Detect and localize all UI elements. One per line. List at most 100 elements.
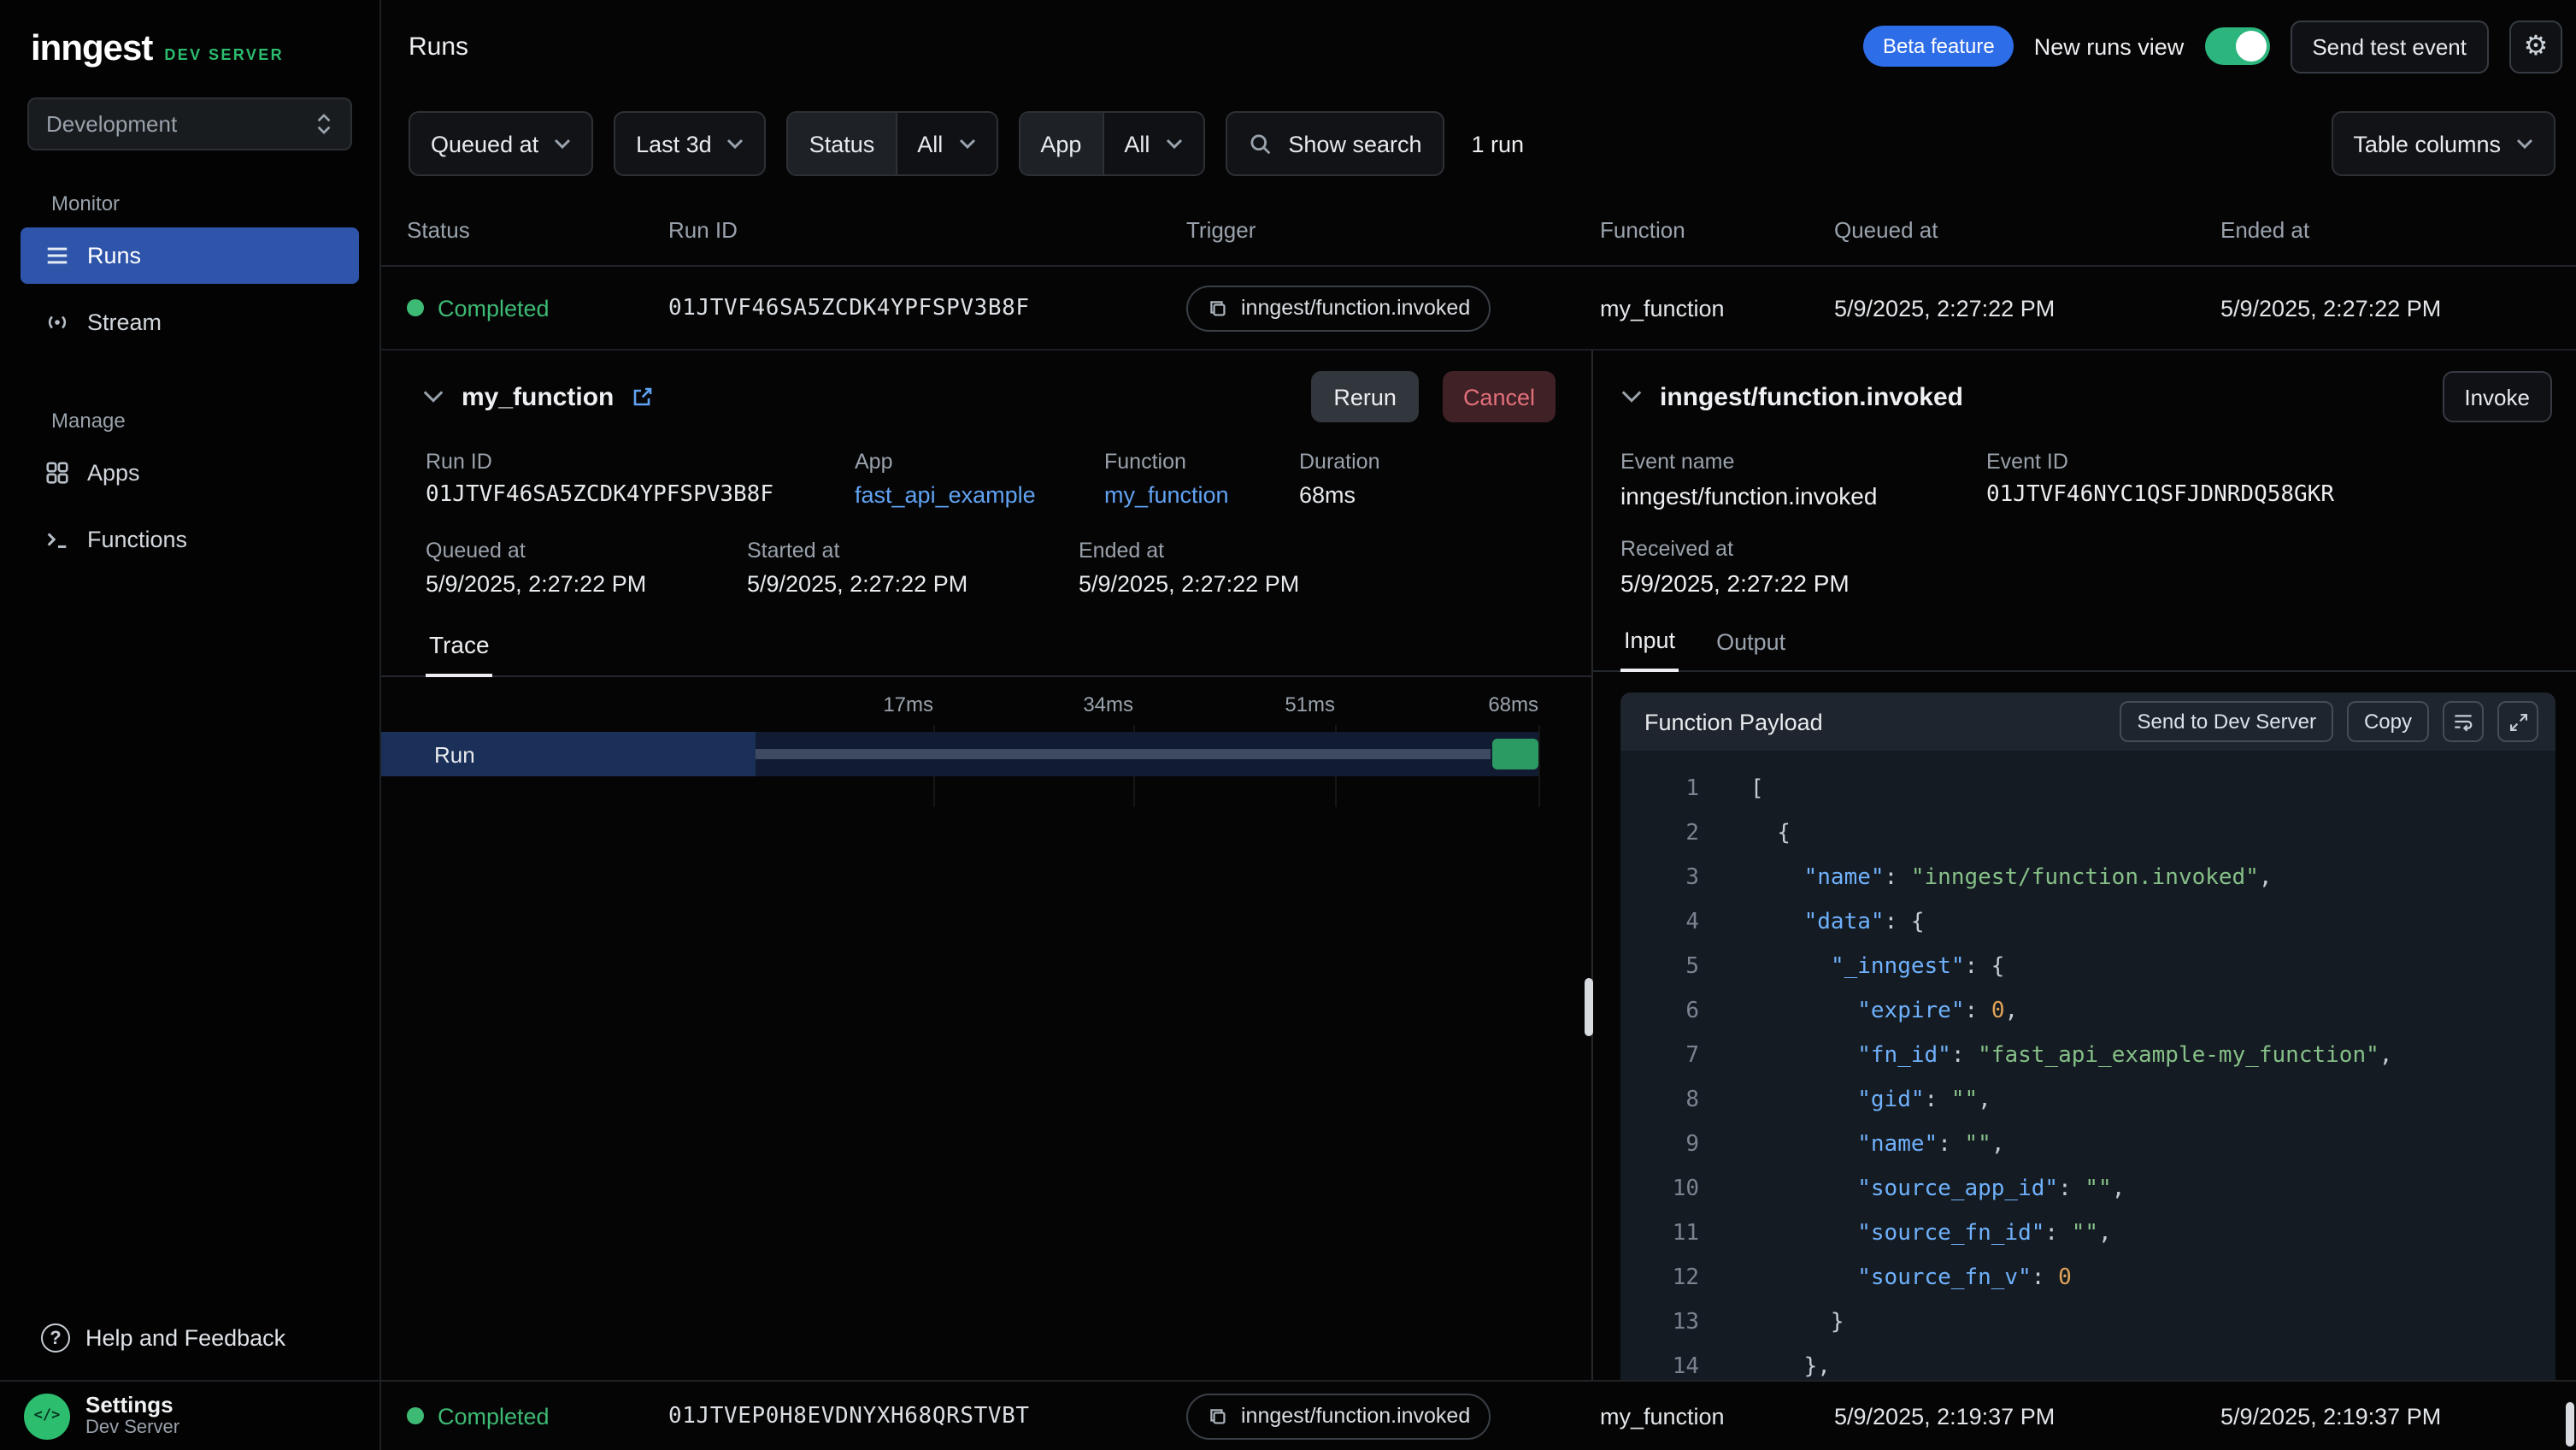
help-label: Help and Feedback [85,1325,285,1351]
code-text: "source_fn_id": "", [1699,1212,2112,1257]
help-and-feedback[interactable]: ? Help and Feedback [27,1323,352,1353]
filter-bar: Queued at Last 3d Status All App All [381,92,2576,195]
environment-select[interactable]: Development [27,97,352,150]
collapse-chevron-icon[interactable] [422,390,444,404]
line-number: 10 [1620,1168,1699,1212]
code-text: [ [1699,768,1764,812]
payload-title: Function Payload [1644,709,1823,734]
app-filter-label: App [1020,113,1103,174]
field-label: Event name [1620,450,1986,474]
logo-row: inngest DEV SERVER [14,31,366,67]
sidebar-item-stream[interactable]: Stream [21,294,359,351]
code-text: } [1699,1301,1844,1346]
column-header-queued-at: Queued at [1834,217,2220,243]
table-row[interactable]: Completed 01JTVEP0H8EVDNYXH68QRSTVBT inn… [381,1380,2576,1450]
field-label: Event ID [1986,450,2576,474]
beta-feature-badge: Beta feature [1864,26,2014,67]
status-filter-selected: All [917,131,943,156]
settings-gear-button[interactable]: ⚙ [2509,20,2562,73]
run-id: 01JTVF46SA5ZCDK4YPFSPV3B8F [668,295,1186,321]
line-number: 5 [1620,946,1699,990]
sidebar-item-functions[interactable]: Functions [21,511,359,568]
expand-button[interactable] [2497,701,2538,742]
line-number: 11 [1620,1212,1699,1257]
code-text: { [1699,812,1791,857]
status-dot-icon [407,1407,424,1424]
code-text: "source_app_id": "", [1699,1168,2125,1212]
sidebar-item-runs[interactable]: Runs [21,227,359,284]
word-wrap-button[interactable] [2443,701,2484,742]
status-badge: Completed [407,1403,668,1429]
sidebar-item-apps[interactable]: Apps [21,445,359,501]
tab-input[interactable]: Input [1620,628,1679,672]
event-id-value: 01JTVF46NYC1QSFJDNRDQ58GKR [1986,482,2576,508]
line-number: 7 [1620,1034,1699,1079]
function-payload-card: Function Payload Send to Dev Server Copy… [1620,693,2555,1380]
table-columns-button[interactable]: Table columns [2331,111,2555,176]
status-text: Completed [438,295,550,321]
line-number: 2 [1620,812,1699,857]
question-mark-icon: ? [41,1323,70,1353]
runs-icon [44,243,70,268]
main-area: Runs Beta feature New runs view Send tes… [381,0,2576,1450]
status-dot-icon [407,299,424,316]
app-filter-selected: All [1124,131,1150,156]
ended-at-value: 5/9/2025, 2:27:22 PM [2220,295,2576,321]
show-search-button[interactable]: Show search [1225,111,1444,176]
field-label: Duration [1299,450,1380,474]
trigger-name: inngest/function.invoked [1241,296,1470,320]
field-label: Function [1104,450,1299,474]
field-run-id: Run ID 01JTVF46SA5ZCDK4YPFSPV3B8F [426,450,855,508]
payload-code[interactable]: 1[2 {3 "name": "inngest/function.invoked… [1620,751,2555,1380]
timeline-tick: 51ms [1285,693,1335,716]
code-line: 3 "name": "inngest/function.invoked", [1620,857,2555,901]
function-name: my_function [1600,1403,1834,1429]
collapse-chevron-icon[interactable] [1620,390,1643,404]
time-range-dropdown[interactable]: Last 3d [614,111,767,176]
tab-output[interactable]: Output [1713,628,1789,672]
timeline-tick: 34ms [1083,693,1133,716]
rerun-button[interactable]: Rerun [1311,371,1419,422]
code-line: 5 "_inngest": { [1620,946,2555,990]
external-link-icon[interactable] [631,385,655,409]
line-number: 13 [1620,1301,1699,1346]
tab-trace[interactable]: Trace [426,631,493,677]
line-number: 4 [1620,901,1699,946]
received-at-field: Received at 5/9/2025, 2:27:22 PM [1620,537,2576,597]
copy-button[interactable]: Copy [2347,701,2429,742]
trace-execution-bar [1492,739,1538,769]
send-to-dev-server-button[interactable]: Send to Dev Server [2120,701,2333,742]
function-name: my_function [1600,295,1834,321]
send-test-event-button[interactable]: Send test event [2290,20,2489,73]
panel-scrollbar-thumb[interactable] [1585,978,1593,1036]
status-filter: Status All [787,111,998,176]
queued-at-dropdown[interactable]: Queued at [409,111,593,176]
line-number: 6 [1620,990,1699,1034]
app-filter-value[interactable]: All [1103,113,1203,174]
gear-icon: ⚙ [2524,29,2549,63]
chevron-down-icon [727,139,744,149]
window-scrollbar-thumb[interactable] [2566,1402,2574,1447]
settings-entry[interactable]: </> Settings Dev Server [0,1380,379,1450]
run-detail-panel: my_function Rerun Cancel Run ID 01JTVF46… [381,351,1593,1380]
status-filter-value[interactable]: All [897,113,996,174]
app-link[interactable]: fast_api_example [855,482,1104,508]
code-text: "_inngest": { [1699,946,2004,990]
table-row[interactable]: Completed 01JTVF46SA5ZCDK4YPFSPV3B8F inn… [381,267,2576,351]
new-runs-view-toggle[interactable] [2204,27,2269,65]
dev-server-label: DEV SERVER [164,46,284,67]
status-badge: Completed [407,295,668,321]
code-line: 8 "gid": "", [1620,1079,2555,1123]
sidebar-item-label: Runs [87,243,141,268]
timeline-tick: 17ms [883,693,933,716]
trace-track [756,732,1538,776]
trace-run-row[interactable]: Run [381,732,1538,776]
code-line: 13 } [1620,1301,2555,1346]
run-count: 1 run [1472,131,1525,156]
invoke-button[interactable]: Invoke [2442,371,2552,422]
function-link[interactable]: my_function [1104,482,1299,508]
field-function: Function my_function [1104,450,1299,508]
cancel-button[interactable]: Cancel [1443,371,1556,422]
app-filter: App All [1018,111,1204,176]
event-io-tabs: Input Output [1593,628,2576,672]
